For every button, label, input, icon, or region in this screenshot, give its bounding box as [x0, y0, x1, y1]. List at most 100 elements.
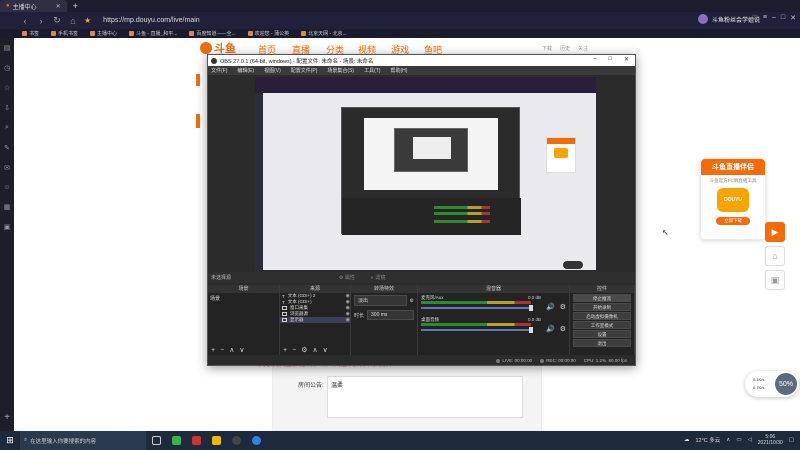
- home-float-icon[interactable]: ⌂: [765, 246, 785, 266]
- app-icon[interactable]: ▦: [4, 203, 11, 211]
- gear-icon[interactable]: ⚙: [301, 346, 307, 354]
- scene-item[interactable]: 场景: [208, 293, 279, 304]
- tray-arrow-icon[interactable]: ∧: [726, 437, 730, 443]
- settings-button[interactable]: 设置: [573, 330, 631, 338]
- add-icon[interactable]: +: [211, 347, 215, 354]
- collection-icon[interactable]: ▤: [4, 44, 11, 52]
- close-icon[interactable]: ✕: [790, 14, 796, 22]
- maximize-icon[interactable]: □: [608, 56, 612, 63]
- download-link[interactable]: 下载: [542, 45, 552, 52]
- obs-window[interactable]: OBS 27.0.1 (64-bit, windows) - 配置文件: 未命名…: [207, 54, 636, 366]
- chat-icon[interactable]: ☺: [3, 184, 10, 191]
- obs-titlebar[interactable]: OBS 27.0.1 (64-bit, windows) - 配置文件: 未命名…: [208, 55, 635, 66]
- app-yellow-icon[interactable]: [206, 431, 226, 450]
- reload-icon[interactable]: ↻: [52, 15, 62, 26]
- menu-tools[interactable]: 工具(T): [364, 67, 380, 74]
- mail-icon[interactable]: ✉: [4, 164, 10, 172]
- speaker-icon[interactable]: 🔊: [546, 325, 555, 333]
- stop-streaming-button[interactable]: 停止推流: [573, 294, 631, 302]
- volume-icon[interactable]: ◁: [748, 437, 752, 443]
- duration-input[interactable]: 300 ms: [367, 310, 414, 320]
- gear-icon[interactable]: ⚙: [410, 298, 414, 304]
- add-icon[interactable]: +: [283, 347, 287, 354]
- bookmark-item[interactable]: 手机书签: [51, 30, 78, 37]
- menu-icon[interactable]: ≡: [763, 14, 767, 22]
- menu-help[interactable]: 帮助(H): [390, 67, 407, 74]
- history-link[interactable]: 历史: [560, 45, 570, 52]
- notice-input[interactable]: 温柔: [327, 376, 523, 418]
- remove-icon[interactable]: −: [220, 347, 224, 354]
- bookmark-item[interactable]: 百度知道——全...: [189, 30, 236, 37]
- network-icon[interactable]: ▭: [736, 437, 741, 443]
- filters-button[interactable]: ◐ 滤镜: [371, 274, 385, 281]
- obs-taskbar-icon[interactable]: [226, 431, 246, 450]
- weather-text[interactable]: 12°C 多云: [695, 436, 720, 444]
- preview-promo: [546, 137, 576, 173]
- back-icon[interactable]: ‹: [20, 16, 30, 26]
- bookmark-item[interactable]: 书签: [22, 30, 39, 37]
- move-up-icon[interactable]: ∧: [312, 346, 317, 354]
- promo-card[interactable]: 斗鱼直播伴侣 斗鱼官方PC端直播工具 DOUYU 立即下载: [700, 158, 766, 240]
- clock[interactable]: 5:06 2021/10/30: [758, 434, 783, 446]
- home-icon[interactable]: ⌂: [68, 16, 78, 26]
- minimize-icon[interactable]: –: [772, 14, 776, 22]
- move-up-icon[interactable]: ∧: [229, 346, 234, 354]
- bookmark-item[interactable]: 欢迎您 - 蒲公英: [247, 30, 289, 37]
- gear-icon[interactable]: ⚙: [560, 303, 566, 311]
- volume-slider[interactable]: [421, 327, 533, 333]
- play-icon[interactable]: ▶: [765, 222, 785, 242]
- heart-icon[interactable]: ♡: [752, 14, 758, 22]
- remove-icon[interactable]: −: [292, 347, 296, 354]
- browser-tab[interactable]: ● 主播中心 ✕: [0, 0, 67, 12]
- notification-icon[interactable]: ▢: [789, 437, 794, 443]
- forward-icon[interactable]: ›: [36, 16, 46, 26]
- taskbar-search[interactable]: ⌕ 在这里输入你要搜索的内容: [20, 431, 146, 450]
- url-field[interactable]: https://mp.douyu.com/live/main: [103, 17, 200, 24]
- history-icon[interactable]: ◷: [4, 64, 10, 72]
- menu-view[interactable]: 视图(V): [264, 67, 281, 74]
- bookmark-item[interactable]: 北京天网 - 北京...: [301, 30, 347, 37]
- transition-select[interactable]: 淡出: [354, 295, 407, 306]
- exit-button[interactable]: 退出: [573, 339, 631, 347]
- move-down-icon[interactable]: ∨: [323, 346, 328, 354]
- eye-icon[interactable]: ◉: [346, 317, 350, 323]
- bookmark-item[interactable]: 主播中心: [90, 30, 117, 37]
- download-icon[interactable]: ⇩: [4, 104, 10, 112]
- app-red-icon[interactable]: [186, 431, 206, 450]
- menu-file[interactable]: 文件(F): [211, 67, 227, 74]
- minimize-icon[interactable]: –: [593, 56, 596, 63]
- obs-preview[interactable]: [255, 77, 596, 270]
- calendar-icon[interactable]: ▣: [4, 223, 11, 231]
- properties-button[interactable]: ⚙ 属性: [339, 274, 355, 281]
- gear-icon[interactable]: ⚙: [560, 325, 566, 333]
- add-sidebar-icon[interactable]: +: [4, 412, 10, 423]
- douyu-logo-icon: [200, 42, 212, 54]
- browser-taskbar-icon[interactable]: [246, 431, 266, 450]
- volume-slider[interactable]: [421, 305, 533, 311]
- search-icon[interactable]: ⌕: [5, 124, 9, 132]
- wechat-icon[interactable]: [166, 431, 186, 450]
- start-icon[interactable]: ⊞: [0, 435, 20, 446]
- move-down-icon[interactable]: ∨: [239, 346, 244, 354]
- virtual-camera-button[interactable]: 启动虚拟摄像机: [573, 312, 631, 320]
- follow-link[interactable]: 关注: [578, 45, 588, 52]
- maximize-icon[interactable]: □: [781, 14, 785, 22]
- new-tab-icon[interactable]: +: [73, 1, 78, 11]
- task-view-icon[interactable]: [146, 431, 166, 450]
- bookmark-icon[interactable]: ☆: [4, 84, 10, 92]
- start-recording-button[interactable]: 开始录制: [573, 303, 631, 311]
- bookmark-star-icon[interactable]: ★: [84, 16, 91, 25]
- gift-icon[interactable]: ▣: [765, 270, 785, 290]
- close-tab-icon[interactable]: ✕: [56, 3, 61, 10]
- download-button[interactable]: 立即下载: [716, 217, 750, 225]
- close-icon[interactable]: ✕: [624, 56, 629, 63]
- note-icon[interactable]: ✎: [4, 144, 10, 152]
- speaker-icon[interactable]: 🔊: [546, 303, 555, 311]
- menu-scene-collection[interactable]: 场景集合(S): [327, 67, 354, 74]
- menu-edit[interactable]: 编辑(E): [237, 67, 254, 74]
- studio-mode-button[interactable]: 工作室模式: [573, 321, 631, 329]
- menu-profile[interactable]: 配置文件(P): [291, 67, 318, 74]
- network-speed-widget[interactable]: 0.1K/s 0.7K/s 50%: [745, 371, 799, 397]
- bookmark-item[interactable]: 斗鱼 - 直播_和平...: [129, 30, 177, 37]
- source-item[interactable]: 显示器 ◉: [280, 317, 350, 323]
